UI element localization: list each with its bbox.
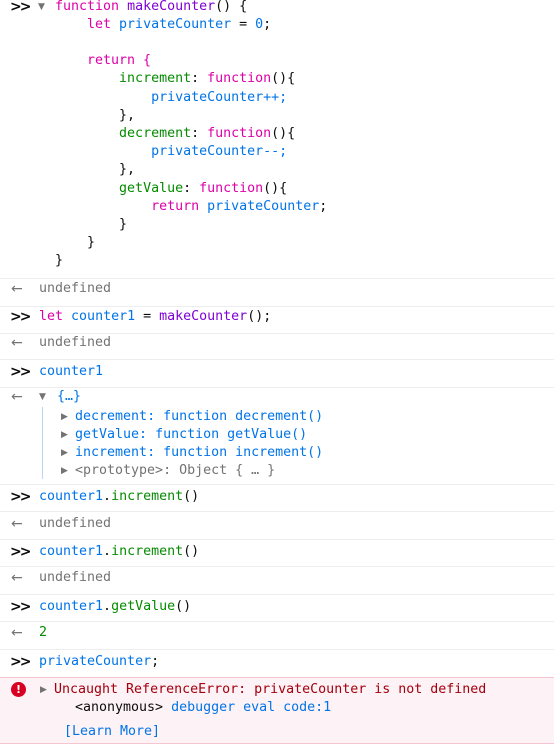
object-summary[interactable]: {…} [57,388,81,406]
code-line: decrement: function(){ [119,126,296,141]
arrow-left-icon: ← [11,281,23,297]
code-line: return { [55,53,152,68]
console-entry-input[interactable]: >> counter1.increment() [0,485,554,512]
triangle-down-icon[interactable]: ▼ [38,0,48,16]
object-property[interactable]: decrement: function decrement() [75,408,323,426]
triangle-right-icon[interactable]: ▶ [61,444,71,462]
result-value: 2 [39,625,48,640]
console-entry-result: ← undefined [0,334,554,360]
console-output: >> ▼ function makeCounter() { let privat… [0,0,554,747]
code-line: privateCounter++; [151,90,288,105]
code-line: privateCounter--; [151,144,288,159]
stack-frame-name: <anonymous> [75,700,164,715]
object-property[interactable]: getValue: function getValue() [75,426,307,444]
console-entry-input[interactable]: >> ▼ function makeCounter() { let privat… [0,0,554,279]
triangle-down-icon[interactable]: ▼ [39,388,49,406]
stack-frame-location[interactable]: debugger eval code:1 [171,700,331,715]
code-line: let privateCounter = 0; [55,17,272,32]
console-entry-input[interactable]: >> privateCounter; [0,650,554,677]
result-value: undefined [39,570,112,585]
chevron-double-right-icon: >> [10,309,31,325]
stack-frame[interactable]: <anonymous> debugger eval code:1 [75,699,331,717]
console-entry-input[interactable]: >> counter1.getValue() [0,595,554,622]
code-line: let counter1 = makeCounter(); [39,309,272,324]
learn-more-link[interactable]: [Learn More] [64,723,160,741]
chevron-double-right-icon: >> [10,544,31,560]
console-entry-result: ← undefined [0,567,554,595]
error-message: Uncaught ReferenceError: privateCounter … [54,682,487,697]
code-line: getValue: function(){ [119,181,288,196]
arrow-left-icon: ← [11,389,23,405]
console-entry-result: ← undefined [0,279,554,307]
code-line: } [55,253,64,268]
code-line: privateCounter; [39,654,160,669]
result-value: undefined [39,516,112,531]
triangle-right-icon[interactable]: ▶ [61,462,71,480]
code-line: counter1 [39,364,104,379]
triangle-right-icon[interactable]: ▶ [61,408,71,426]
code-line: function makeCounter() { [55,0,248,14]
code-line: increment: function(){ [119,71,296,86]
arrow-left-icon: ← [11,570,23,586]
tree-guide [42,407,43,479]
result-value: undefined [39,335,112,350]
code-line: }, [55,108,136,123]
code-line: }, [55,162,136,177]
console-entry-result: ← undefined [0,512,554,540]
console-entry-result: ← 2 [0,622,554,650]
arrow-left-icon: ← [11,516,23,532]
code-line: } [55,235,96,250]
console-entry-input[interactable]: >> counter1 [0,360,554,388]
error-icon: ! [11,682,26,697]
chevron-double-right-icon: >> [10,599,31,615]
code-line: counter1.increment() [39,489,200,504]
chevron-double-right-icon: >> [10,364,31,380]
console-entry-input[interactable]: >> counter1.increment() [0,540,554,567]
console-entry-input[interactable]: >> let counter1 = makeCounter(); [0,307,554,334]
result-value: undefined [39,281,112,296]
arrow-left-icon: ← [11,335,23,351]
arrow-left-icon: ← [11,625,23,641]
code-line: counter1.increment() [39,544,200,559]
object-property[interactable]: increment: function increment() [75,444,323,462]
triangle-right-icon[interactable]: ▶ [61,426,71,444]
chevron-double-right-icon: >> [10,0,31,15]
chevron-double-right-icon: >> [10,654,31,670]
triangle-right-icon[interactable]: ▶ [40,681,50,699]
object-property[interactable]: <prototype>: Object { … } [75,462,275,480]
code-line: counter1.getValue() [39,599,192,614]
chevron-double-right-icon: >> [10,489,31,505]
code-line: } [55,217,128,232]
code-line: return privateCounter; [151,199,328,214]
console-entry-error: ! ▶ Uncaught ReferenceError: privateCoun… [0,677,554,744]
console-entry-result: ← ▼ {…} ▶ decrement: function decrement(… [0,388,554,485]
